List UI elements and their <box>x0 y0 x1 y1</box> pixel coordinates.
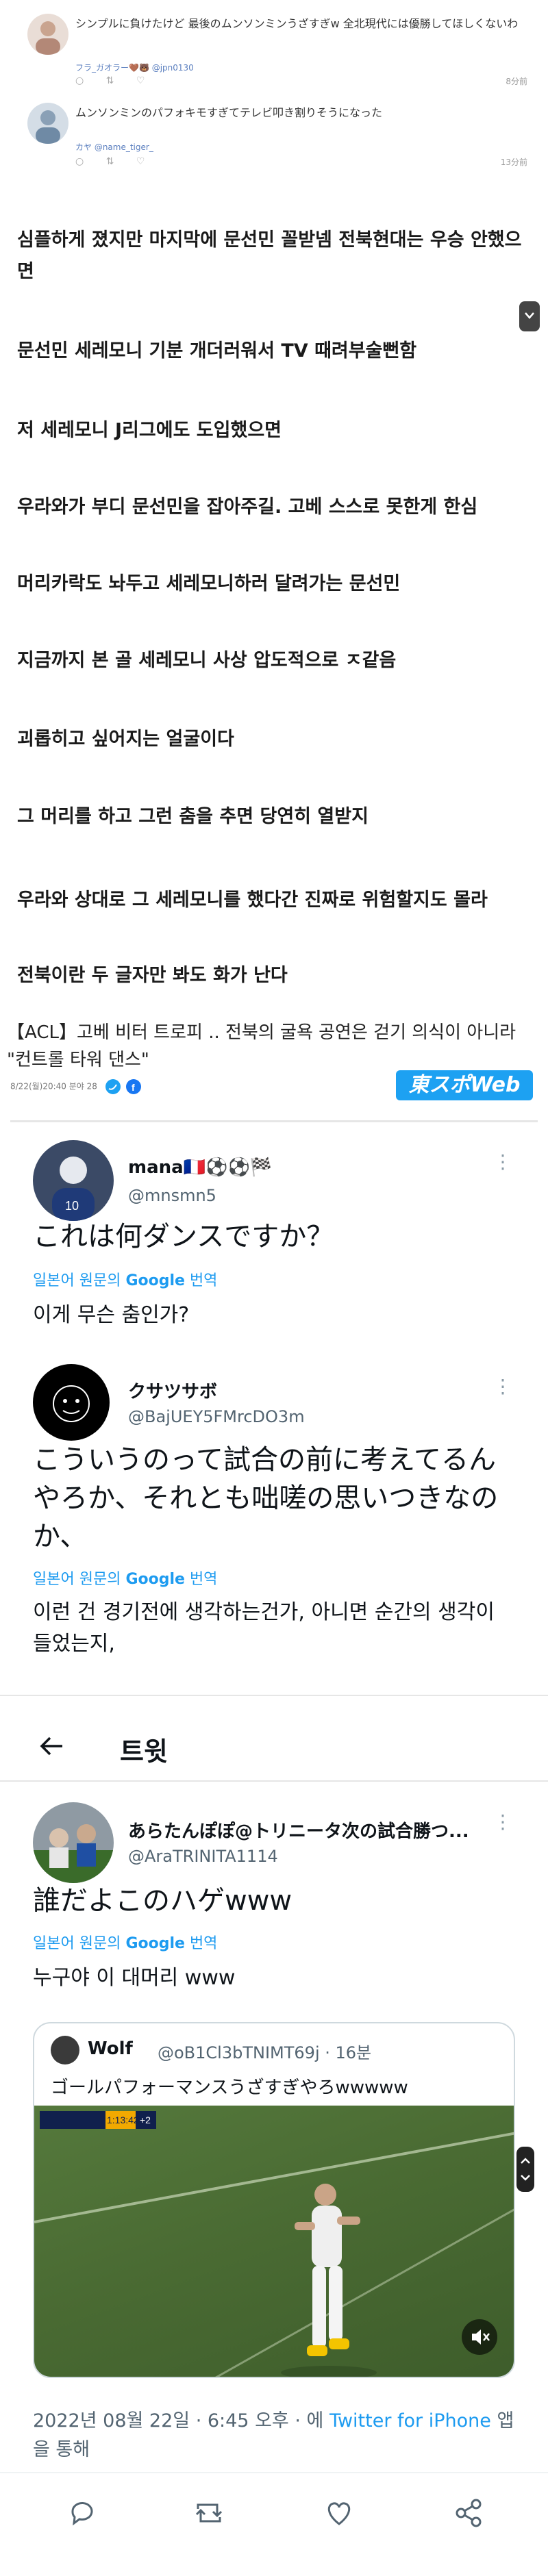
avatar[interactable] <box>51 2036 79 2064</box>
retweet-icon[interactable] <box>188 2492 229 2534</box>
comment-line: 머리카락도 놔두고 세레모니하러 달려가는 문선민 <box>17 573 401 594</box>
translate-suffix: 번역 <box>189 1935 218 1952</box>
comment-line: 우라와 상대로 그 세레모니를 했다간 진짜로 위험할지도 몰라 <box>17 889 488 911</box>
translated-text: 누구야 이 대머리 www <box>33 1966 236 1990</box>
comment-line: 우라와가 부디 문선민을 잡아주길. 고베 스스로 못한게 한심 <box>17 496 478 518</box>
chevron-down-icon <box>525 312 534 319</box>
author-name[interactable]: mana🇫🇷⚽⚽🏁 <box>128 1157 272 1178</box>
quoted-author-handle[interactable]: @oB1Cl3bTNIMT69j · 16분 <box>158 2039 371 2063</box>
author-name[interactable]: クサツサボ <box>128 1378 217 1403</box>
timestamp-text: 2022년 08월 22일 · 6:45 오후 · 에 <box>33 2410 324 2432</box>
back-arrow-icon[interactable] <box>38 1732 65 1760</box>
google-label: Google <box>125 1935 185 1952</box>
tweet-text: こういうのって試合の前に考えてるんやろか、それとも咄嗟の思いつきなのか、 <box>33 1444 499 1552</box>
tweet-timestamp: 2022년 08월 22일 · 6:45 오후 · 에 Twitter for … <box>33 2407 519 2464</box>
author-handle[interactable]: @mnsmn5 <box>128 1186 216 1205</box>
mini-tweet-actions[interactable]: ○ ⇅ ♡ <box>75 156 154 167</box>
avatar[interactable] <box>27 14 68 55</box>
avatar[interactable] <box>27 103 68 144</box>
scroll-down-button[interactable] <box>519 301 540 331</box>
more-options-icon[interactable]: ⋮ <box>493 1150 512 1173</box>
page-title: 트윗 <box>120 1737 168 1767</box>
comment-line: 심플하게 졌지만 마지막에 문선민 꼴받넴 전북현대는 우승 안했으면 <box>17 229 522 282</box>
speaker-muted-icon <box>472 2329 490 2345</box>
more-options-icon[interactable]: ⋮ <box>493 1375 512 1398</box>
mini-tweet: シンプルに負けたけど 最後のムンソンミンうざすぎw 全北現代には優勝してほしくな… <box>21 14 527 89</box>
page-slider-handle[interactable] <box>516 2147 534 2192</box>
facebook-share-icon[interactable]: f <box>125 1079 141 1094</box>
author-handle[interactable]: @AraTRINITA1114 <box>128 1847 278 1866</box>
mute-button[interactable] <box>462 2319 497 2355</box>
mini-tweet-text: シンプルに負けたけど 最後のムンソンミンうざすぎw 全北現代には優勝してほしくな… <box>75 17 519 30</box>
tweet-text: これは何ダンスですか？ <box>33 1221 334 1252</box>
match-scene: 1:13:42 +2 <box>34 2111 514 2377</box>
video-thumbnail[interactable]: 1:13:42 +2 <box>34 2106 514 2377</box>
chevron-updown-icon <box>521 2158 530 2181</box>
quoted-tweet-text: ゴールパフォーマンスうざすぎやろwwwww <box>51 2078 408 2098</box>
comment-line: 그 머리를 하고 그런 춤을 추면 당연히 열받지 <box>17 806 369 827</box>
mini-tweet-author[interactable]: カヤ @name_tiger_ <box>75 141 153 153</box>
share-icon[interactable] <box>449 2492 490 2534</box>
divider <box>0 1695 548 1696</box>
translated-text: 이런 건 경기전에 생각하는건가, 아니면 순간의 생각이 들었는지, <box>33 1600 495 1656</box>
reply-icon[interactable] <box>62 2492 103 2534</box>
avatar[interactable] <box>33 1802 114 1883</box>
translate-label: 일본어 원문의 <box>33 1935 121 1952</box>
comment-line: 괴롭히고 싶어지는 얼굴이다 <box>17 729 234 750</box>
scoreboard-badge: +2 <box>140 2114 151 2125</box>
translate-link[interactable]: 일본어 원문의 Google 번역 <box>33 1268 217 1290</box>
twitter-share-icon[interactable] <box>105 1079 121 1094</box>
google-label: Google <box>125 1272 185 1289</box>
quoted-tweet[interactable]: Wolf @oB1Cl3bTNIMT69j · 16분 ゴールパフォーマンスうざ… <box>33 2022 515 2378</box>
news-headline[interactable]: 【ACL】고베 비터 트로피 .. 전북의 굴욕 공연은 걷기 의식이 아니라 … <box>7 1019 541 1074</box>
tweet-text: 誰だよこのハゲwww <box>33 1885 292 1917</box>
author-name[interactable]: あらたんぽぽ@トリニータ次の試合勝つ... <box>128 1817 484 1843</box>
comment-line: 지금까지 본 골 세레모니 사상 압도적으로 ㅈ같음 <box>17 650 397 671</box>
scoreboard-time: 1:13:42 <box>107 2114 139 2125</box>
quoted-author-name[interactable]: Wolf <box>88 2038 133 2059</box>
mini-tweet-time: 13分前 <box>500 157 527 167</box>
divider <box>0 2472 548 2473</box>
news-meta: 8/22(월)20:40 분야 28 f <box>10 1079 141 1094</box>
mini-tweet-author[interactable]: フラ_ガオラー🤎🐻 @jpn0130 <box>75 62 194 73</box>
translate-suffix: 번역 <box>189 1571 218 1588</box>
tweet-action-bar <box>0 2492 548 2534</box>
divider <box>10 1120 538 1122</box>
news-date: 8/22(월)20:40 분야 28 <box>10 1081 97 1091</box>
avatar[interactable]: 10 <box>33 1140 114 1221</box>
translate-label: 일본어 원문의 <box>33 1571 121 1588</box>
like-heart-icon[interactable] <box>319 2492 360 2534</box>
mini-tweet: ムンソンミンのパフォキモすぎてテレビ叩き割りそうになった カヤ @name_ti… <box>21 103 527 178</box>
comment-line: 문선민 세레모니 기분 개더러워서 TV 때려부술뻔함 <box>17 340 417 362</box>
svg-text:10: 10 <box>65 1199 79 1213</box>
translate-label: 일본어 원문의 <box>33 1272 121 1289</box>
divider <box>0 1780 548 1782</box>
mini-tweet-time: 8分前 <box>506 77 527 86</box>
avatar[interactable] <box>33 1364 110 1441</box>
more-options-icon[interactable]: ⋮ <box>493 1810 512 1833</box>
svg-text:f: f <box>132 1082 135 1093</box>
comment-line: 전북이란 두 글자만 봐도 화가 난다 <box>17 965 288 986</box>
mini-tweet-actions[interactable]: ○ ⇅ ♡ <box>75 75 154 86</box>
news-logo: 東スポWeb <box>396 1070 533 1100</box>
translate-suffix: 번역 <box>189 1272 218 1289</box>
comment-line: 저 세레모니 J리그에도 도입했으면 <box>17 420 282 441</box>
translated-text: 이게 무슨 춤인가? <box>33 1303 190 1327</box>
translate-link[interactable]: 일본어 원문의 Google 번역 <box>33 1931 217 1953</box>
translate-link[interactable]: 일본어 원문의 Google 번역 <box>33 1567 217 1589</box>
source-link[interactable]: Twitter for iPhone <box>329 2410 491 2432</box>
google-label: Google <box>125 1571 185 1588</box>
mini-tweet-text: ムンソンミンのパフォキモすぎてテレビ叩き割りそうになった <box>75 106 383 119</box>
author-handle[interactable]: @BajUEY5FMrcDO3m <box>128 1407 305 1426</box>
